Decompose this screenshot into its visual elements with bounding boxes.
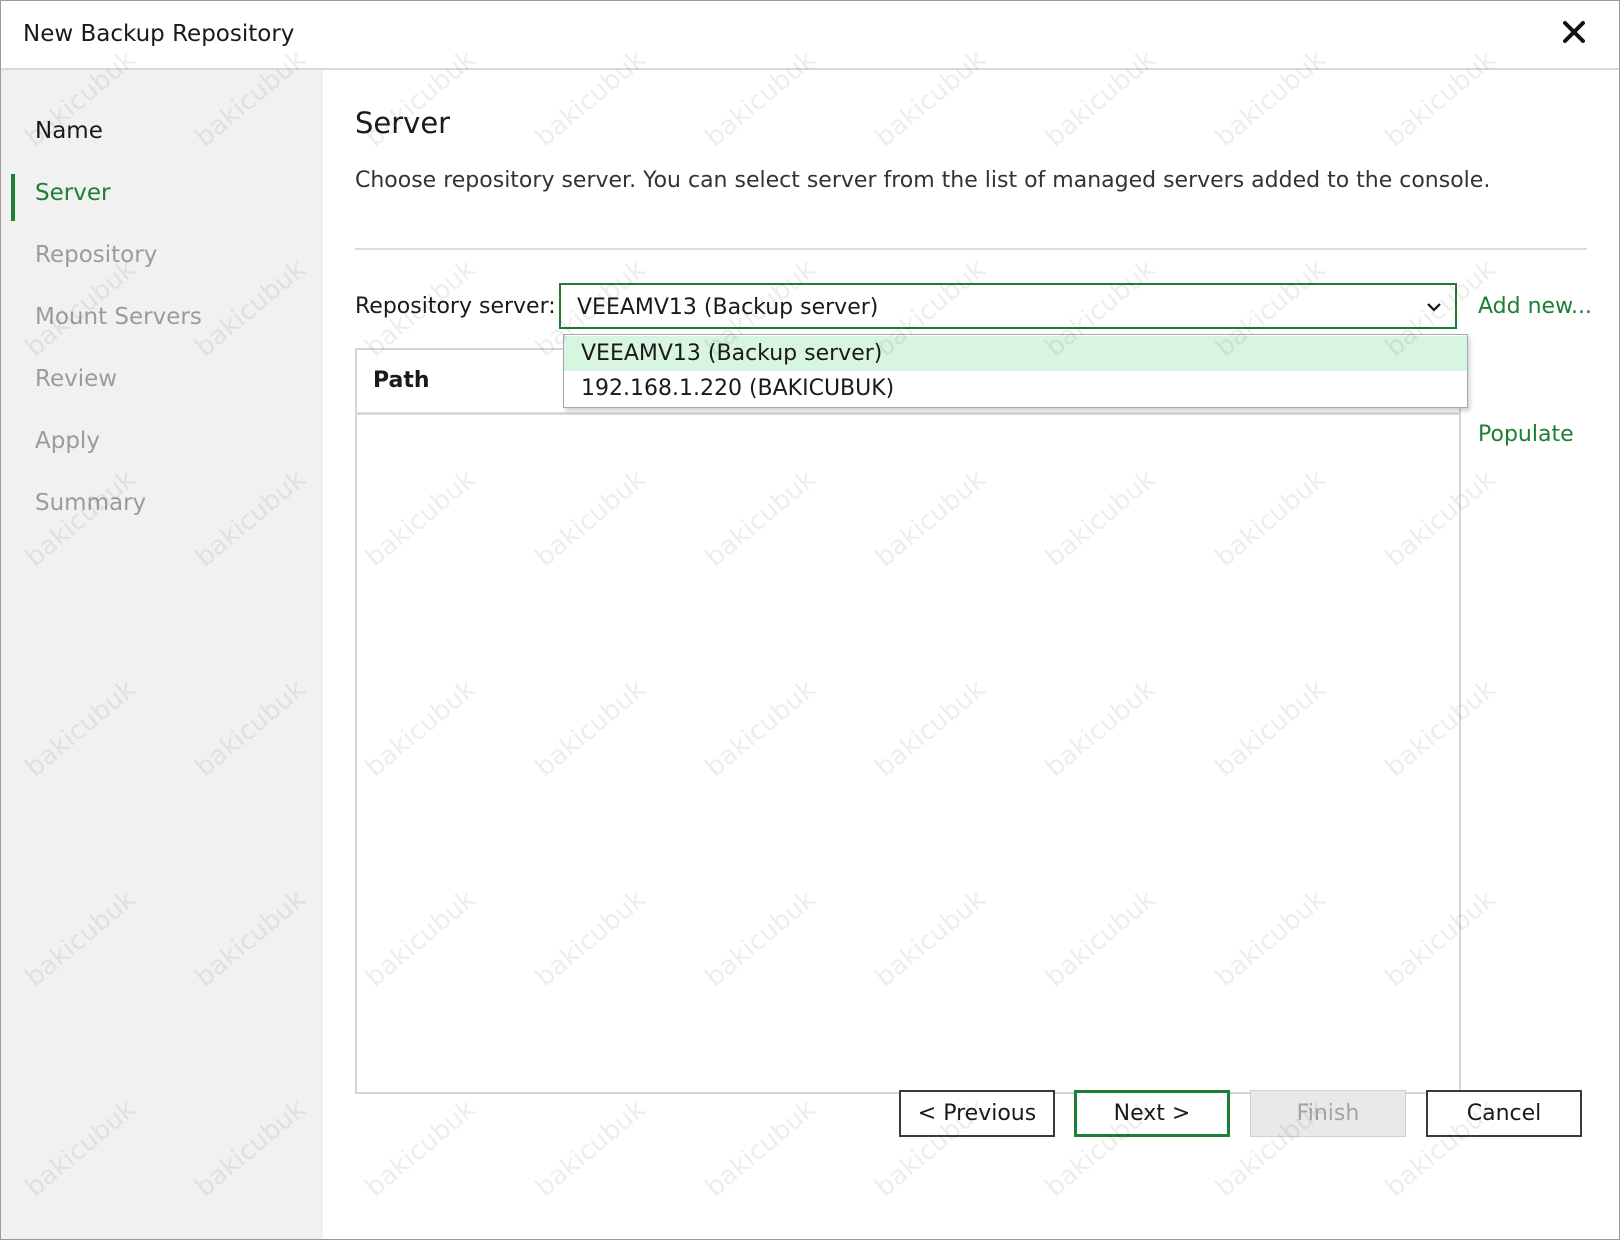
dropdown-option[interactable]: 192.168.1.220 (BAKICUBUK) bbox=[564, 371, 1467, 406]
column-header-path[interactable]: Path bbox=[373, 368, 430, 393]
active-step-marker bbox=[11, 174, 15, 221]
step-repository[interactable]: Repository bbox=[35, 242, 157, 268]
cancel-button[interactable]: Cancel bbox=[1426, 1090, 1582, 1137]
path-table[interactable]: Path bbox=[355, 348, 1461, 1094]
chevron-down-icon bbox=[1427, 303, 1441, 312]
step-name[interactable]: Name bbox=[35, 118, 103, 144]
wizard-window: New Backup Repository Name Server Reposi… bbox=[0, 0, 1620, 1240]
previous-button[interactable]: < Previous bbox=[899, 1090, 1055, 1137]
divider bbox=[355, 248, 1587, 250]
close-icon[interactable] bbox=[1557, 15, 1591, 49]
finish-button[interactable]: Finish bbox=[1250, 1090, 1406, 1137]
populate-link[interactable]: Populate bbox=[1478, 422, 1574, 447]
repository-server-label: Repository server: bbox=[355, 294, 556, 319]
step-server[interactable]: Server bbox=[35, 180, 110, 206]
window-title: New Backup Repository bbox=[23, 21, 295, 47]
step-review[interactable]: Review bbox=[35, 366, 117, 392]
dropdown-option-label: VEEAMV13 (Backup server) bbox=[581, 341, 883, 366]
page-description: Choose repository server. You can select… bbox=[355, 168, 1491, 193]
dropdown-option[interactable]: VEEAMV13 (Backup server) bbox=[564, 336, 1467, 371]
main-content: Server Choose repository server. You can… bbox=[323, 70, 1619, 1239]
step-mount-servers[interactable]: Mount Servers bbox=[35, 304, 202, 330]
title-bar: New Backup Repository bbox=[1, 1, 1619, 70]
dropdown-option-label: 192.168.1.220 (BAKICUBUK) bbox=[581, 376, 895, 401]
repository-server-select[interactable]: VEEAMV13 (Backup server) bbox=[559, 283, 1457, 329]
next-button[interactable]: Next > bbox=[1074, 1090, 1230, 1137]
repository-server-value: VEEAMV13 (Backup server) bbox=[577, 295, 879, 320]
step-apply[interactable]: Apply bbox=[35, 428, 100, 454]
page-title: Server bbox=[355, 106, 451, 140]
add-new-link[interactable]: Add new... bbox=[1478, 294, 1592, 319]
repository-server-dropdown-list: VEEAMV13 (Backup server) 192.168.1.220 (… bbox=[563, 334, 1468, 408]
step-summary[interactable]: Summary bbox=[35, 490, 146, 516]
steps-sidebar: Name Server Repository Mount Servers Rev… bbox=[1, 70, 323, 1239]
